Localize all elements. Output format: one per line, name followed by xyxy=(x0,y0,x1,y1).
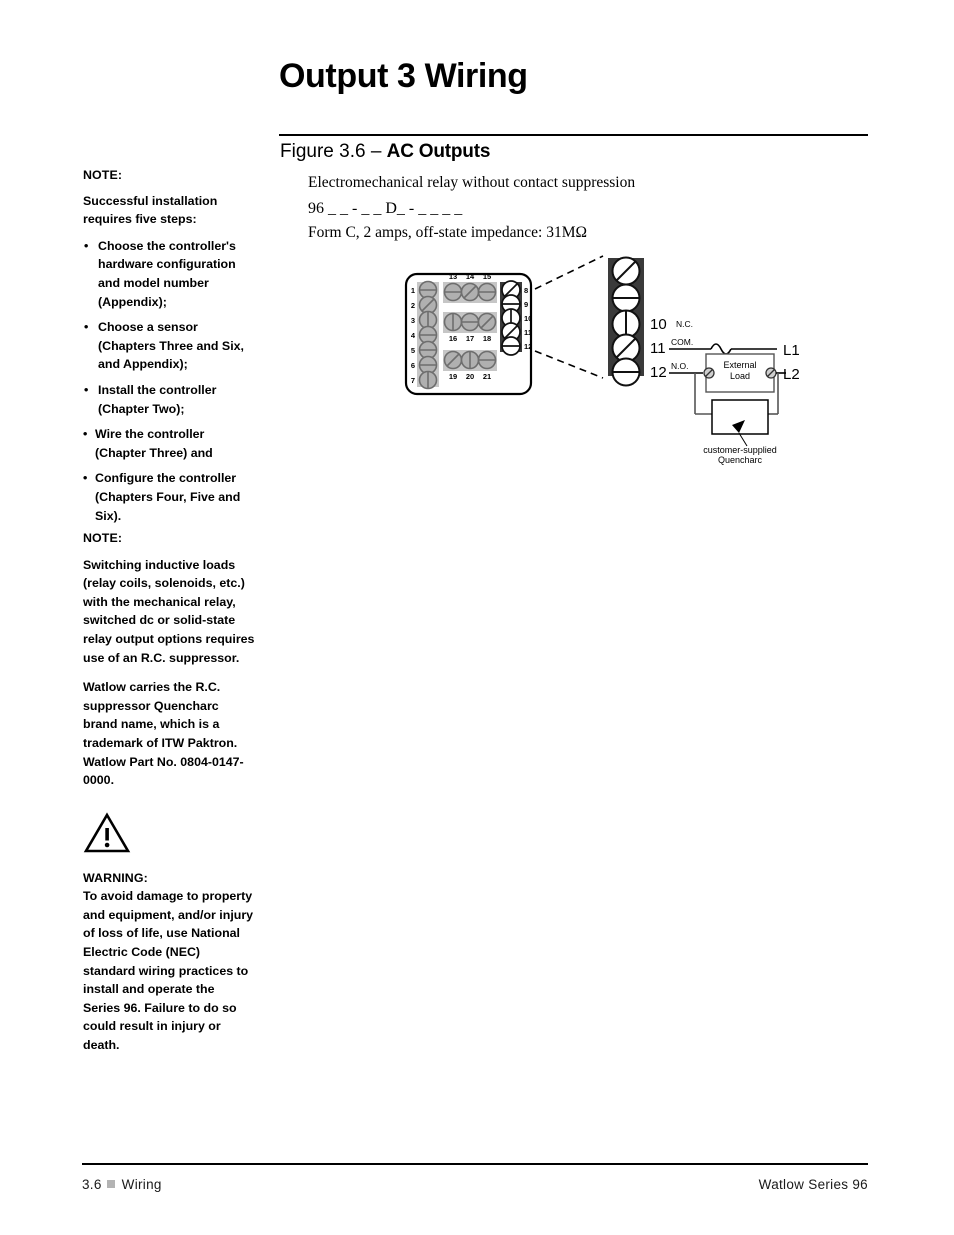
terminal-label-20: 20 xyxy=(466,372,474,381)
line-label-l2: L2 xyxy=(783,366,800,383)
note-paragraph-quencharc: Watlow carries the R.C. suppressor Quenc… xyxy=(83,680,244,788)
footer-section-label: Wiring xyxy=(121,1177,162,1192)
list-item: • Install the controller (Chapter Two); xyxy=(83,381,255,418)
terminal-label-21: 21 xyxy=(483,372,491,381)
note-intro: Successful installation requires five st… xyxy=(83,193,218,227)
terminal-label-6: 6 xyxy=(411,361,415,370)
external-load-label-line1: External xyxy=(723,360,756,370)
quencharc-caption-line1: customer-supplied xyxy=(703,445,777,455)
terminal-label-11: 11 xyxy=(524,328,532,337)
list-item: • Choose the controller's hardware config… xyxy=(83,237,255,311)
terminal-label-13: 13 xyxy=(449,272,457,281)
warning-body: To avoid damage to property and equipmen… xyxy=(83,889,254,1052)
figure-specs: Form C, 2 amps, off-state impedance: 31M… xyxy=(308,224,587,241)
relay-detail: 10 11 12 N.C. COM. N.O. L1 External Load… xyxy=(608,256,800,465)
terminal-label-19: 19 xyxy=(449,372,457,381)
list-item: • Configure the controller (Chapters Four… xyxy=(83,469,255,525)
footer-divider xyxy=(82,1163,868,1165)
figure-description: Electromechanical relay without contact … xyxy=(308,174,636,191)
list-item-label: Install the controller (Chapter Two); xyxy=(98,382,217,416)
footer-left: 3.6 Wiring xyxy=(82,1177,162,1192)
terminal-label-18: 18 xyxy=(483,334,491,343)
figure-label: Figure 3.6 – xyxy=(280,141,387,162)
external-load: External Load xyxy=(703,353,777,393)
detail-terminal-11: 11 xyxy=(650,340,666,357)
terminal-label-12: 12 xyxy=(524,342,532,351)
terminal-label-7: 7 xyxy=(411,376,415,385)
list-item-label: Choose the controller's hardware configu… xyxy=(98,238,236,309)
callout-lines xyxy=(534,255,604,379)
footer-right: Watlow Series 96 xyxy=(758,1177,868,1192)
terminal-label-10: 10 xyxy=(524,314,532,323)
page-title: Output 3 Wiring xyxy=(279,57,528,95)
detail-terminal-10: 10 xyxy=(650,316,667,333)
contact-label-nc: N.C. xyxy=(676,319,693,329)
figure-name: AC Outputs xyxy=(386,141,491,162)
contact-label-no: N.O. xyxy=(671,361,688,371)
terminal-label-5: 5 xyxy=(411,346,415,355)
bullet-icon: • xyxy=(83,427,88,442)
terminal-label-15: 15 xyxy=(483,272,491,281)
list-item: • Wire the controller (Chapter Three) and xyxy=(83,425,255,462)
footer-square-icon xyxy=(106,1180,115,1188)
detail-terminal-12: 12 xyxy=(650,364,667,381)
terminal-label-16: 16 xyxy=(449,334,457,343)
note-header: NOTE: xyxy=(83,168,123,182)
warning-header: WARNING: xyxy=(83,870,148,885)
warning-triangle-icon xyxy=(83,812,255,860)
title-divider xyxy=(279,134,868,136)
sidebar-note-installation: NOTE: Successful installation requires f… xyxy=(83,166,255,532)
installation-steps-list: • Choose the controller's hardware config… xyxy=(83,237,255,525)
bullet-icon: • xyxy=(84,320,89,335)
quencharc-caption-line2: Quencharc xyxy=(718,455,763,465)
figure-heading: Figure 3.6 – AC Outputs xyxy=(280,141,490,163)
terminal-label-2: 2 xyxy=(411,301,415,310)
terminal-label-9: 9 xyxy=(524,300,528,309)
list-item: • Choose a sensor (Chapters Three and Six… xyxy=(83,318,255,374)
list-item-label: Wire the controller (Chapter Three) and xyxy=(95,427,213,460)
wiring-diagram: 1 2 3 4 5 6 7 13 14 15 16 17 18 19 20 21… xyxy=(395,250,815,465)
line-label-l1: L1 xyxy=(783,342,800,359)
relay-screw-12 xyxy=(611,357,641,387)
terminal-label-1: 1 xyxy=(411,286,415,295)
terminal-label-3: 3 xyxy=(411,316,415,325)
controller-terminal-block: 1 2 3 4 5 6 7 13 14 15 16 17 18 19 20 21… xyxy=(404,272,532,396)
terminal-label-17: 17 xyxy=(466,334,474,343)
sidebar-note-suppressor: NOTE: Switching inductive loads (relay c… xyxy=(83,529,255,790)
external-load-label-line2: Load xyxy=(730,371,750,381)
relay-screw-11 xyxy=(611,333,641,363)
list-item-label: Choose a sensor (Chapters Three and Six,… xyxy=(98,320,244,372)
contact-label-com: COM. xyxy=(671,337,693,347)
sidebar-warning-block: WARNING: To avoid damage to property and… xyxy=(83,812,255,1055)
note-paragraph-inductive-loads: Switching inductive loads (relay coils, … xyxy=(83,557,255,665)
bullet-icon: • xyxy=(84,238,89,253)
document-page: Output 3 Wiring Figure 3.6 – AC Outputs … xyxy=(0,0,954,1235)
terminal-label-14: 14 xyxy=(466,272,475,281)
figure-model-number: 96 _ _ - _ _ D_ - _ _ _ _ xyxy=(308,200,463,217)
list-item-label: Configure the controller (Chapters Four,… xyxy=(95,471,241,523)
bullet-icon: • xyxy=(84,382,89,397)
terminal-label-8: 8 xyxy=(524,286,528,295)
note-header: NOTE: xyxy=(83,531,123,545)
bullet-icon: • xyxy=(83,471,88,486)
footer-section-number: 3.6 xyxy=(82,1177,102,1192)
relay-screw-10 xyxy=(611,309,641,339)
